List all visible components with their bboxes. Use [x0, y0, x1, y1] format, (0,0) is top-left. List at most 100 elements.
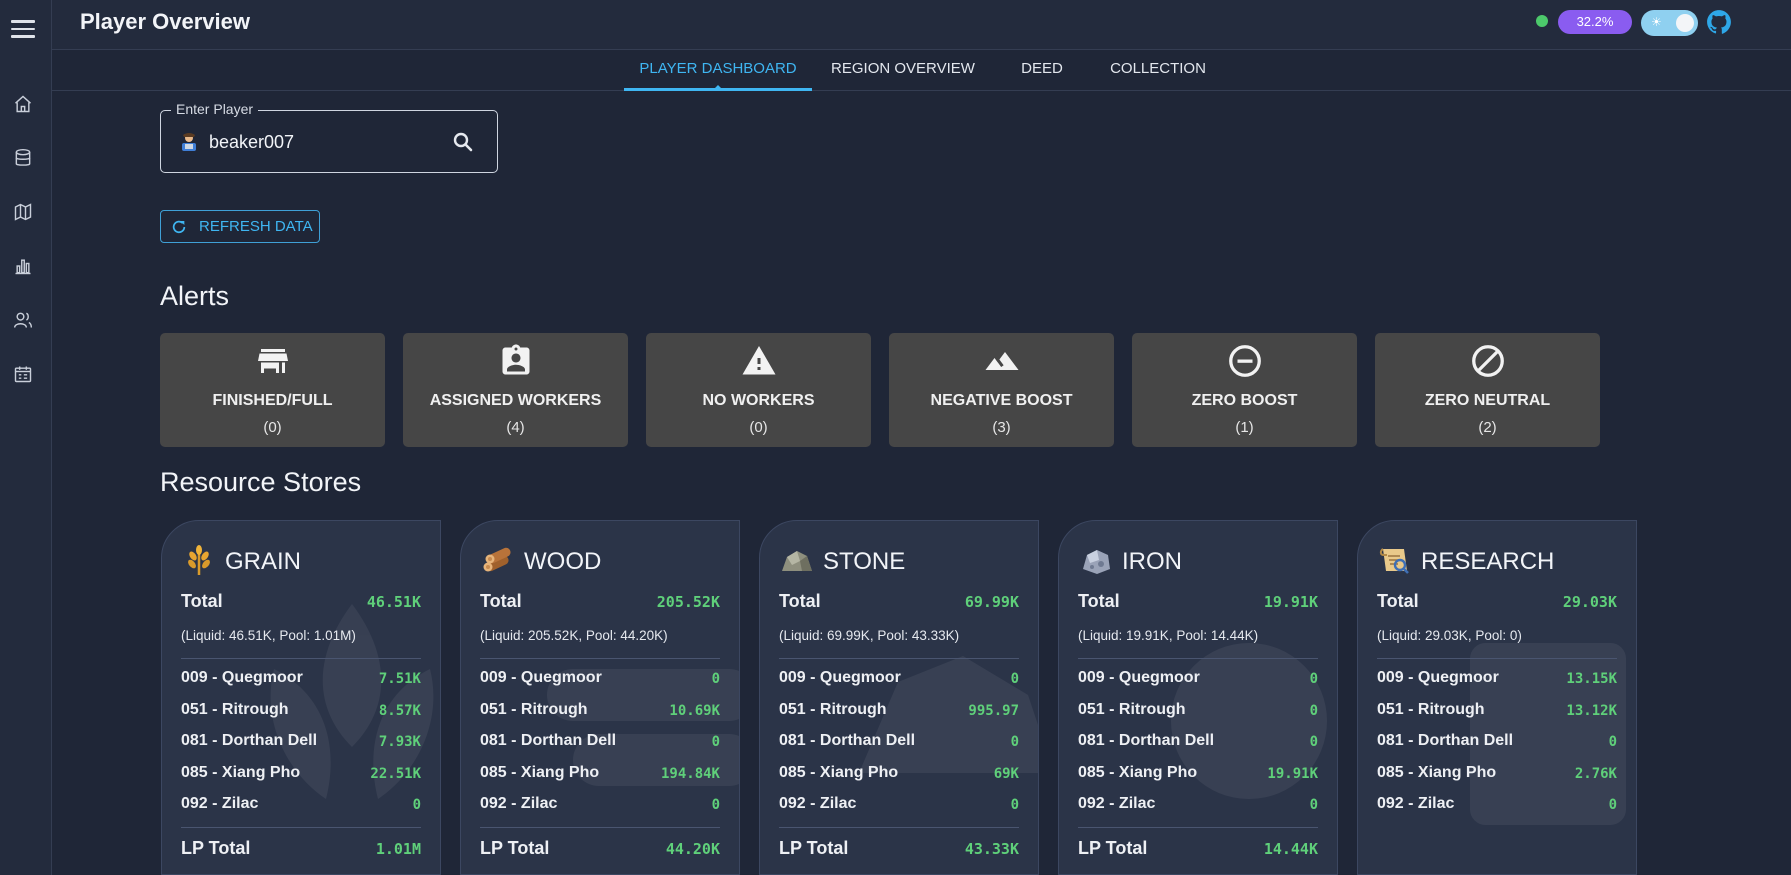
- lp-total-label: LP Total: [181, 838, 251, 858]
- tab-collection[interactable]: COLLECTION: [1102, 50, 1214, 91]
- total-value: 46.51K: [366, 593, 421, 611]
- divider: [181, 827, 421, 828]
- region-value: 0: [711, 797, 720, 813]
- status-indicator: [1536, 15, 1548, 27]
- resource-name: IRON: [1122, 548, 1182, 575]
- page-title: Player Overview: [80, 9, 251, 34]
- region-value: 0: [1010, 671, 1019, 687]
- region-value: 0: [412, 797, 421, 813]
- region-name: 051 - Ritrough: [181, 701, 289, 718]
- minus-circle-icon: [1227, 343, 1263, 379]
- research-icon: [1378, 543, 1412, 577]
- region-name: 009 - Quegmoor: [1078, 669, 1200, 686]
- alert-count: (3): [992, 419, 1011, 436]
- total-label: Total: [181, 591, 223, 611]
- resource-card-stone: STONE Total 69.99K (Liquid: 69.99K, Pool:…: [759, 520, 1039, 875]
- alert-zero-boost[interactable]: ZERO BOOST (1): [1132, 333, 1357, 447]
- database-icon[interactable]: [13, 148, 33, 168]
- divider: [1078, 658, 1318, 659]
- divider: [1377, 658, 1617, 659]
- region-name: 081 - Dorthan Dell: [779, 732, 916, 749]
- total-label: Total: [779, 591, 821, 611]
- region-value: 7.51K: [378, 671, 421, 687]
- divider: [1078, 827, 1318, 828]
- region-name: 009 - Quegmoor: [1377, 669, 1499, 686]
- github-icon[interactable]: [1706, 9, 1732, 35]
- refresh-data-label: REFRESH DATA: [199, 218, 313, 235]
- region-name: 051 - Ritrough: [480, 701, 588, 718]
- tab-bar: PLAYER DASHBOARD REGION OVERVIEW DEED CO…: [52, 50, 1791, 91]
- region-value: 2.76K: [1574, 766, 1617, 782]
- player-avatar-icon: [179, 132, 199, 152]
- region-name: 081 - Dorthan Dell: [480, 732, 617, 749]
- region-name: 009 - Quegmoor: [480, 669, 602, 686]
- region-value: 0: [711, 734, 720, 750]
- region-value: 0: [1010, 734, 1019, 750]
- region-name: 085 - Xiang Pho: [779, 764, 899, 781]
- region-name: 085 - Xiang Pho: [1078, 764, 1198, 781]
- search-icon[interactable]: [451, 130, 475, 154]
- alert-label: FINISHED/FULL: [212, 392, 333, 409]
- home-icon[interactable]: [13, 94, 33, 114]
- tab-deed[interactable]: DEED: [1012, 50, 1072, 91]
- lp-total-value: 1.01M: [375, 840, 421, 858]
- region-value: 0: [1608, 734, 1617, 750]
- users-icon[interactable]: [13, 310, 33, 330]
- region-value: 0: [1309, 734, 1318, 750]
- lp-total-label: LP Total: [779, 838, 849, 858]
- region-value: 0: [1309, 671, 1318, 687]
- refresh-data-button[interactable]: REFRESH DATA: [160, 210, 320, 243]
- percent-badge: 32.2%: [1558, 10, 1632, 34]
- region-name: 092 - Zilac: [181, 795, 259, 812]
- player-field-label: Enter Player: [171, 101, 259, 117]
- alert-count: (4): [506, 419, 525, 436]
- calendar-icon[interactable]: [13, 364, 33, 384]
- hamburger-menu-icon[interactable]: [11, 20, 35, 38]
- liquid-pool-breakdown: (Liquid: 19.91K, Pool: 14.44K): [1078, 628, 1259, 643]
- tab-region-overview[interactable]: REGION OVERVIEW: [820, 50, 986, 91]
- region-value: 0: [711, 671, 720, 687]
- resource-name: WOOD: [524, 548, 602, 575]
- region-name: 051 - Ritrough: [1078, 701, 1186, 718]
- alert-no-workers[interactable]: NO WORKERS (0): [646, 333, 871, 447]
- region-value: 7.93K: [378, 734, 421, 750]
- bar-chart-icon[interactable]: [13, 256, 33, 276]
- alert-assigned-workers[interactable]: ASSIGNED WORKERS (4): [403, 333, 628, 447]
- alert-label: ASSIGNED WORKERS: [429, 392, 602, 409]
- liquid-pool-breakdown: (Liquid: 29.03K, Pool: 0): [1377, 628, 1522, 643]
- theme-toggle[interactable]: ☀: [1641, 10, 1698, 36]
- lp-total-label: LP Total: [480, 838, 550, 858]
- resource-card-grain: GRAIN Total 46.51K (Liquid: 46.51K, Pool:…: [161, 520, 441, 875]
- map-icon[interactable]: [13, 202, 33, 222]
- player-input[interactable]: [209, 127, 429, 157]
- alert-count: (1): [1235, 419, 1254, 436]
- alert-negative-boost[interactable]: NEGATIVE BOOST (3): [889, 333, 1114, 447]
- tab-player-dashboard[interactable]: PLAYER DASHBOARD: [624, 50, 812, 91]
- alert-finished-full[interactable]: FINISHED/FULL (0): [160, 333, 385, 447]
- region-name: 009 - Quegmoor: [779, 669, 901, 686]
- divider: [181, 658, 421, 659]
- region-value: 22.51K: [370, 766, 421, 782]
- region-name: 092 - Zilac: [1377, 795, 1455, 812]
- region-name: 081 - Dorthan Dell: [1078, 732, 1215, 749]
- sidebar: [0, 0, 52, 875]
- region-name: 051 - Ritrough: [779, 701, 887, 718]
- total-value: 29.03K: [1562, 593, 1617, 611]
- region-name: 085 - Xiang Pho: [480, 764, 600, 781]
- total-value: 205.52K: [656, 593, 720, 611]
- refresh-icon: [171, 219, 187, 235]
- region-name: 009 - Quegmoor: [181, 669, 303, 686]
- divider: [779, 658, 1019, 659]
- resource-card-wood: WOOD Total 205.52K (Liquid: 205.52K, Pool…: [460, 520, 740, 875]
- region-value: 13.15K: [1566, 671, 1617, 687]
- stone-icon: [780, 543, 814, 577]
- alert-count: (0): [749, 419, 768, 436]
- region-name: 092 - Zilac: [779, 795, 857, 812]
- region-name: 051 - Ritrough: [1377, 701, 1485, 718]
- region-name: 081 - Dorthan Dell: [1377, 732, 1514, 749]
- sun-icon: ☀: [1651, 15, 1662, 29]
- block-icon: [1470, 343, 1506, 379]
- region-name: 085 - Xiang Pho: [1377, 764, 1497, 781]
- alert-zero-neutral[interactable]: ZERO NEUTRAL (2): [1375, 333, 1600, 447]
- alert-label: NO WORKERS: [702, 392, 815, 409]
